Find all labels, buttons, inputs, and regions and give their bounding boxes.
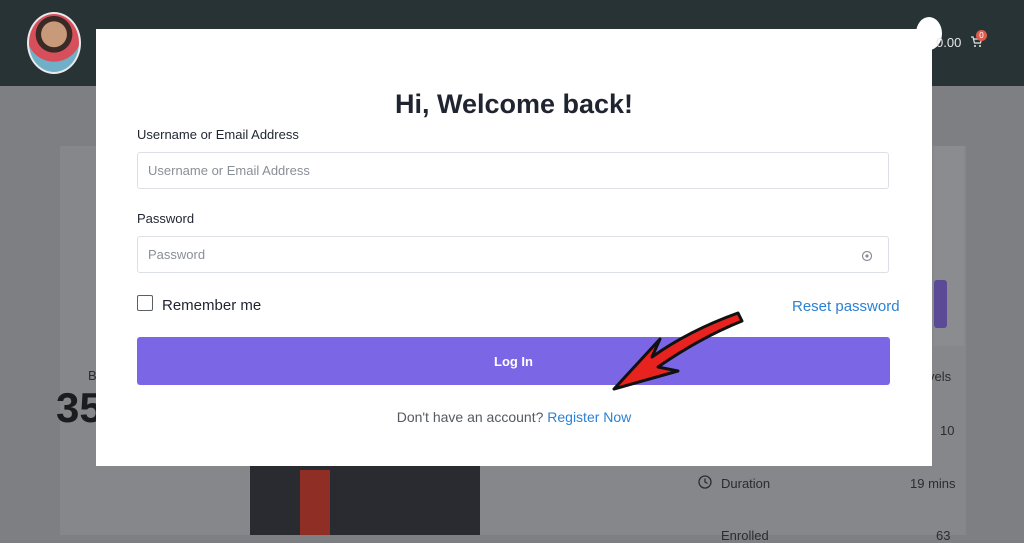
enroll-button-backdrop (934, 280, 947, 328)
bg-enrolled-value: 63 (936, 528, 951, 543)
register-now-link[interactable]: Register Now (547, 409, 631, 425)
course-image-backdrop (250, 466, 480, 535)
password-label: Password (137, 211, 195, 226)
bg-duration-label: Duration (721, 476, 771, 491)
login-modal: Hi, Welcome back! Username or Email Addr… (96, 29, 932, 466)
bg-duration-value: 19 mins (910, 476, 956, 491)
password-input[interactable] (137, 236, 889, 273)
login-button[interactable]: Log In (137, 337, 890, 385)
modal-title: Hi, Welcome back! (394, 89, 634, 119)
bg-enrolled-label: Enrolled (721, 528, 769, 543)
course-image-accent (300, 470, 330, 535)
show-password-eye-icon[interactable] (860, 249, 874, 263)
no-account-text: Don't have an account? (396, 409, 544, 425)
username-input[interactable] (137, 152, 889, 189)
reset-password-link[interactable]: Reset password (792, 298, 900, 315)
user-avatar[interactable] (27, 12, 81, 74)
cart-count-badge: 0 (976, 30, 987, 41)
bg-lessons-value: 10 (940, 423, 955, 438)
red-arrow-annotation-icon (612, 311, 744, 391)
username-label: Username or Email Address (137, 127, 299, 142)
remember-me-label[interactable]: Remember me (162, 297, 261, 314)
no-account-row: Don't have an account? Register Now (96, 409, 932, 425)
clock-icon (698, 475, 712, 489)
remember-me-checkbox[interactable] (137, 295, 153, 311)
cart-total: 0.00 (936, 35, 962, 50)
